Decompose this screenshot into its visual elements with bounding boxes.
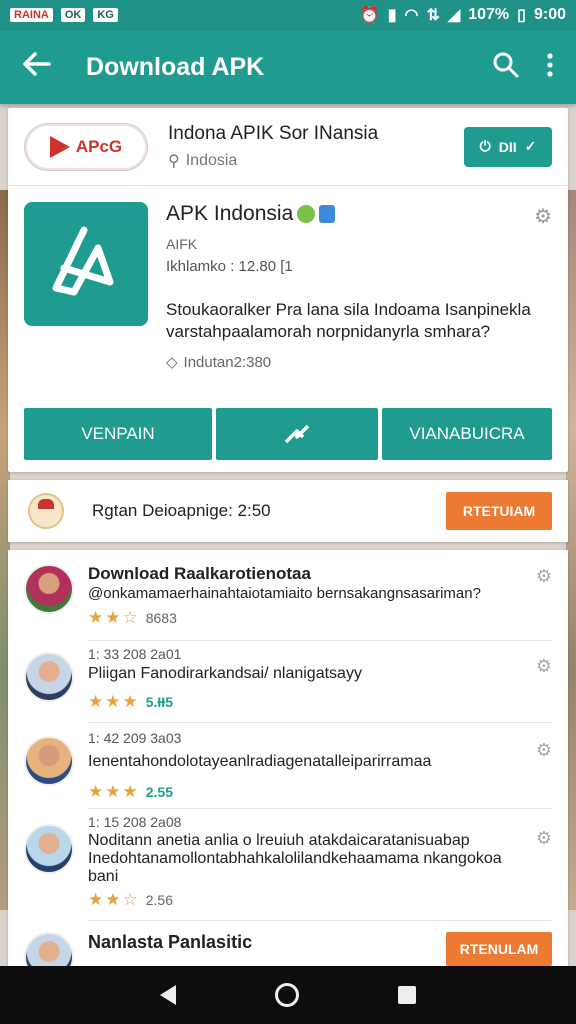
promo-card: Rgtan Deioapnige: 2:50 RTETUIAM xyxy=(8,480,568,542)
review-timestamp: 1: 15 208 2a08 xyxy=(88,814,182,830)
vibrate-icon: ▮ xyxy=(387,7,397,24)
action-buttons: VENPAIN VIANABUICRA xyxy=(24,408,552,460)
app-bar: Download APK xyxy=(0,30,576,104)
share-icon xyxy=(284,424,310,444)
app-description: Stoukaoralker Pra lana sila Indoama Isan… xyxy=(166,300,531,341)
list-item[interactable]: 1: 33 208 2a01 Pliigan Fanodirarkandsai/… xyxy=(8,646,568,712)
settings-gear-icon[interactable]: ⚙ xyxy=(536,828,552,849)
divider xyxy=(88,920,552,921)
notification-chip: OK xyxy=(60,8,86,22)
battery-icon: ▯ xyxy=(517,7,526,24)
app-info-row: APK Indonsia AIFK Ikhlamko : 12.80 [1 St… xyxy=(8,186,568,396)
app-meta: Ikhlamko : 12.80 [1 xyxy=(166,258,293,275)
play-logo-icon xyxy=(49,135,70,158)
review-text: Pliigan Fanodirarkandsai/ nlanigatsayy xyxy=(88,665,362,682)
publisher-title: Indona APIK Sor INansia xyxy=(168,122,379,144)
app-detail-card: APcG Indona APIK Sor INansia ⚲ Indosia ⏻… xyxy=(8,108,568,472)
wifi-icon: ◠ xyxy=(404,7,419,24)
verified-badge-icon xyxy=(297,205,316,223)
review-rating: 8683 xyxy=(145,610,177,626)
review-action-button[interactable]: RTENULAM xyxy=(446,932,552,966)
star-rating-icon: ★★☆ xyxy=(88,608,140,627)
review-rating: 5.ƗƗ5 xyxy=(145,694,173,710)
star-rating-icon: ★★★ xyxy=(88,692,140,711)
system-nav-bar xyxy=(0,966,576,1024)
divider xyxy=(88,808,552,809)
status-bar: RAINA OK KG ⏰ ▮ ◠ ⇅ ◢ 107% ▯ 9:00 xyxy=(0,0,576,30)
power-icon: ⏻ xyxy=(479,138,491,154)
promo-text: Rgtan Deioapnige: 2:50 xyxy=(92,501,271,520)
list-item[interactable]: 1: 15 208 2a08 Noditann anetia anlia o l… xyxy=(8,814,568,910)
app-size: Indutan2:380 xyxy=(183,353,272,371)
nav-recents-icon[interactable] xyxy=(398,986,417,1004)
avatar xyxy=(28,493,64,529)
action-left-button[interactable]: VENPAIN xyxy=(24,408,212,460)
info-badge-icon xyxy=(319,205,336,223)
avatar xyxy=(24,736,74,786)
nav-back-icon[interactable] xyxy=(159,985,176,1005)
battery-level: 107% xyxy=(468,6,510,23)
publisher-logo: APcG xyxy=(24,122,148,171)
alarm-icon: ⏰ xyxy=(359,7,380,24)
list-item[interactable]: Download Raalkarotienotaa @onkamamaerhai… xyxy=(8,564,568,628)
share-button[interactable] xyxy=(216,408,378,460)
review-timestamp: 1: 42 209 3a03 xyxy=(88,730,182,746)
action-right-button[interactable]: VIANABUICRA xyxy=(382,408,552,460)
more-vert-icon[interactable] xyxy=(546,52,554,82)
publisher-location: Indosia xyxy=(185,151,238,169)
app-icon[interactable] xyxy=(24,202,148,326)
install-small-button[interactable]: ⏻ DII ✓ xyxy=(464,126,552,167)
review-timestamp: 1: 33 208 2a01 xyxy=(88,646,182,662)
avatar xyxy=(24,564,74,614)
promo-button[interactable]: RTETUIAM xyxy=(446,492,552,530)
settings-gear-icon[interactable]: ⚙ xyxy=(536,656,552,677)
tag-icon: ◇ xyxy=(166,354,178,371)
avatar xyxy=(24,652,74,702)
data-icon: ⇅ xyxy=(426,7,440,24)
clock: 9:00 xyxy=(533,6,566,23)
page-title: Download APK xyxy=(86,52,265,81)
search-icon[interactable] xyxy=(492,51,520,84)
back-arrow-icon[interactable] xyxy=(0,50,74,84)
nav-home-icon[interactable] xyxy=(274,983,299,1007)
review-rating: 2.55 xyxy=(145,784,173,800)
notification-chip: RAINA xyxy=(10,8,53,22)
settings-gear-icon[interactable]: ⚙ xyxy=(536,740,552,761)
signal-icon: ◢ xyxy=(447,7,461,24)
review-text: Ienentahondolotayeanlradiagenatalleipari… xyxy=(88,753,432,770)
star-rating-icon: ★★☆ xyxy=(88,890,140,909)
publisher-row[interactable]: APcG Indona APIK Sor INansia ⚲ Indosia ⏻… xyxy=(8,108,568,186)
location-icon: ⚲ xyxy=(168,152,180,170)
review-text: Noditann anetia anlia o lreuiuh atakdaic… xyxy=(88,832,502,885)
list-item[interactable]: Nanlasta Panlasitic RTENULAM xyxy=(8,932,568,970)
settings-gear-icon[interactable]: ⚙ xyxy=(534,204,552,229)
star-rating-icon: ★★★ xyxy=(88,782,140,801)
reviews-list: Download Raalkarotienotaa @onkamamaerhai… xyxy=(8,550,568,970)
review-rating: 2.56 xyxy=(145,892,173,908)
avatar xyxy=(24,824,74,874)
list-item[interactable]: 1: 42 209 3a03 Ienentahondolotayeanlradi… xyxy=(8,730,568,802)
settings-gear-icon[interactable]: ⚙ xyxy=(536,566,552,587)
app-name: APK Indonsia xyxy=(166,202,294,225)
divider xyxy=(88,640,552,641)
review-text: @onkamamaerhainahtaiotamiaito bernsakang… xyxy=(88,585,481,602)
divider xyxy=(88,722,552,723)
notification-chip: KG xyxy=(93,8,118,22)
avatar xyxy=(24,932,74,970)
app-developer: AIFK xyxy=(166,236,198,252)
check-icon: ✓ xyxy=(524,138,537,154)
review-title: Download Raalkarotienotaa xyxy=(88,564,311,583)
